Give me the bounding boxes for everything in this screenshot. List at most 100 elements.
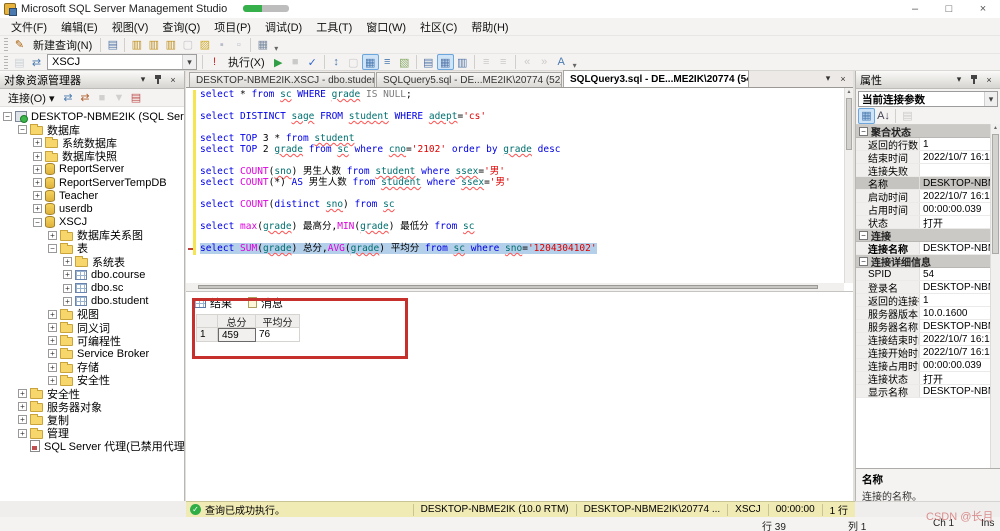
expand-icon[interactable]: +	[18, 389, 27, 398]
prop-row-连接占用时间[interactable]: 连接占用时间00:00:00.039	[856, 359, 991, 372]
connect-object-icon[interactable]: ⇄	[59, 90, 76, 106]
expand-icon[interactable]: +	[48, 349, 57, 358]
expand-icon[interactable]: +	[63, 284, 72, 293]
editor-line[interactable]	[200, 210, 844, 221]
sql-editor[interactable]: select * from sc WHERE grade IS NULL; se…	[186, 88, 844, 283]
results-to-text-icon[interactable]: ▤	[420, 54, 437, 70]
menu-item-community[interactable]: 社区(C)	[413, 18, 464, 35]
menu-item-query[interactable]: 查询(Q)	[155, 18, 207, 35]
expand-icon[interactable]: +	[33, 204, 42, 213]
results-column-header[interactable]: 总分	[218, 314, 256, 328]
editor-line[interactable]: select SUM(grade) 总分,AVG(grade) 平均分 from…	[200, 243, 844, 254]
new-query-button[interactable]: 新建查询(N)	[28, 37, 97, 53]
menu-item-tools[interactable]: 工具(T)	[309, 18, 359, 35]
prop-row-结束时间[interactable]: 结束时间2022/10/7 16:14:56	[856, 151, 991, 164]
close-button[interactable]: ×	[966, 0, 1000, 18]
editor-line[interactable]: select COUNT(distinct sno) from sc	[200, 199, 844, 210]
database-engine-query-icon[interactable]: ▤	[104, 37, 121, 53]
expand-icon[interactable]: +	[48, 336, 57, 345]
tree-item--[interactable]: +安全性	[0, 374, 184, 387]
tree-item-sql-server-xp-[interactable]: SQL Server 代理(已禁用代理 XP)	[0, 440, 184, 453]
script-icon[interactable]: ▤	[127, 90, 144, 106]
open-file-icon[interactable]: ▨	[196, 37, 213, 53]
expand-icon[interactable]: +	[33, 165, 42, 174]
panel-menu-icon[interactable]: ▾	[952, 73, 966, 86]
expand-icon[interactable]: +	[63, 270, 72, 279]
chevron-down-icon[interactable]: ▾	[984, 92, 997, 106]
chevron-down-icon[interactable]: ▾	[182, 55, 196, 69]
prop-row-占用时间[interactable]: 占用时间00:00:00.039	[856, 203, 991, 216]
prop-row-SPID[interactable]: SPID54	[856, 268, 991, 281]
row-number-cell[interactable]: 1	[196, 328, 218, 342]
collapse-icon[interactable]: −	[859, 231, 868, 240]
collapse-icon[interactable]: −	[859, 127, 868, 136]
execute-alert-icon[interactable]: !	[206, 54, 223, 70]
result-cell[interactable]: 459	[218, 328, 256, 342]
tree-item-dbo.course[interactable]: +dbo.course	[0, 268, 184, 281]
scroll-thumb[interactable]	[198, 285, 818, 289]
change-connection-icon[interactable]: ⇄	[28, 54, 45, 70]
expand-icon[interactable]: +	[48, 231, 57, 240]
expand-icon[interactable]: +	[33, 191, 42, 200]
editor-line[interactable]: select max(grade) 最高分,MIN(grade) 最低分 fro…	[200, 221, 844, 232]
tab-sqlquery3[interactable]: SQLQuery3.sql - DE...ME2IK\20774 (54))*	[563, 70, 749, 87]
tree-item-reportservertempdb[interactable]: +ReportServerTempDB	[0, 176, 184, 189]
editor-line[interactable]: select COUNT(sno) 男生人数 from student wher…	[200, 166, 844, 177]
expand-icon[interactable]: +	[48, 363, 57, 372]
prop-row-连接失败[interactable]: 连接失败	[856, 164, 991, 177]
expand-icon[interactable]: +	[18, 429, 27, 438]
expand-icon[interactable]: +	[33, 152, 42, 161]
tab-dbo-student[interactable]: DESKTOP-NBME2IK.XSCJ - dbo.student	[189, 72, 375, 87]
editor-vertical-scrollbar[interactable]: ▲	[844, 88, 853, 283]
menu-item-debug[interactable]: 调试(D)	[258, 18, 309, 35]
toolbar-overflow-icon[interactable]: ▾	[570, 54, 580, 70]
tree-item--[interactable]: +服务器对象	[0, 400, 184, 413]
editor-line[interactable]	[200, 188, 844, 199]
new-query-icon[interactable]: ✎	[11, 37, 28, 53]
editor-line[interactable]: select DISTINCT sage FROM student WHERE …	[200, 111, 844, 122]
properties-scrollbar[interactable]: ▲	[990, 124, 1000, 468]
pin-icon[interactable]	[151, 73, 165, 86]
results-to-file-icon[interactable]: ▥	[454, 54, 471, 70]
tree-item--[interactable]: +系统表	[0, 255, 184, 268]
xmla-query-icon[interactable]: ▥	[162, 37, 179, 53]
close-panel-icon[interactable]: ×	[982, 73, 996, 86]
close-panel-icon[interactable]: ×	[166, 73, 180, 86]
expand-icon[interactable]: +	[48, 323, 57, 332]
prop-row-登录名[interactable]: 登录名DESKTOP-NBME2IK	[856, 281, 991, 294]
editor-line[interactable]: select * from sc WHERE grade IS NULL;	[200, 89, 844, 100]
prop-section-连接详细信息[interactable]: −连接详细信息	[856, 255, 991, 268]
tab-scroll-menu-icon[interactable]: ▾	[821, 72, 835, 85]
results-to-grid-icon[interactable]: ▦	[437, 54, 454, 70]
panel-menu-icon[interactable]: ▾	[136, 73, 150, 86]
tree-item-teacher[interactable]: +Teacher	[0, 189, 184, 202]
minimize-button[interactable]: –	[898, 0, 932, 18]
tab-sqlquery5[interactable]: SQLQuery5.sql - DE...ME2IK\20774 (52))*	[376, 72, 562, 87]
toolbar-overflow-icon[interactable]: ▾	[271, 37, 281, 53]
scroll-thumb[interactable]	[992, 134, 999, 254]
menu-item-help[interactable]: 帮助(H)	[464, 18, 515, 35]
editor-line[interactable]	[200, 100, 844, 111]
expand-icon[interactable]: +	[63, 257, 72, 266]
menu-item-view[interactable]: 视图(V)	[105, 18, 156, 35]
expand-icon[interactable]: +	[48, 310, 57, 319]
collapse-icon[interactable]: −	[3, 112, 12, 121]
prop-row-返回的连接行数[interactable]: 返回的连接行数1	[856, 294, 991, 307]
collapse-icon[interactable]: −	[33, 218, 42, 227]
mdx-query-icon[interactable]: ▥	[145, 37, 162, 53]
debug-icon[interactable]: ▶	[270, 54, 287, 70]
tree-item--[interactable]: +数据库关系图	[0, 229, 184, 242]
prop-row-名称[interactable]: 名称DESKTOP-NBME2IK	[856, 177, 991, 190]
tree-item-dbo.sc[interactable]: +dbo.sc	[0, 281, 184, 294]
alphabetical-icon[interactable]: A↓	[875, 108, 892, 124]
pin-icon[interactable]	[967, 73, 981, 86]
prop-row-连接开始时间[interactable]: 连接开始时间2022/10/7 16:14:56	[856, 346, 991, 359]
prop-row-服务器名称[interactable]: 服务器名称DESKTOP-NBME2IK	[856, 320, 991, 333]
estimated-plan-icon[interactable]: ↕	[328, 54, 345, 70]
editor-line[interactable]: select TOP 2 grade from sc where cno='21…	[200, 144, 844, 155]
expand-icon[interactable]: +	[18, 415, 27, 424]
connect-button[interactable]: 连接(O) ▾	[3, 90, 59, 106]
analysis-services-query-icon[interactable]: ▥	[128, 37, 145, 53]
editor-line[interactable]	[200, 122, 844, 133]
prop-row-返回的行数[interactable]: 返回的行数1	[856, 138, 991, 151]
